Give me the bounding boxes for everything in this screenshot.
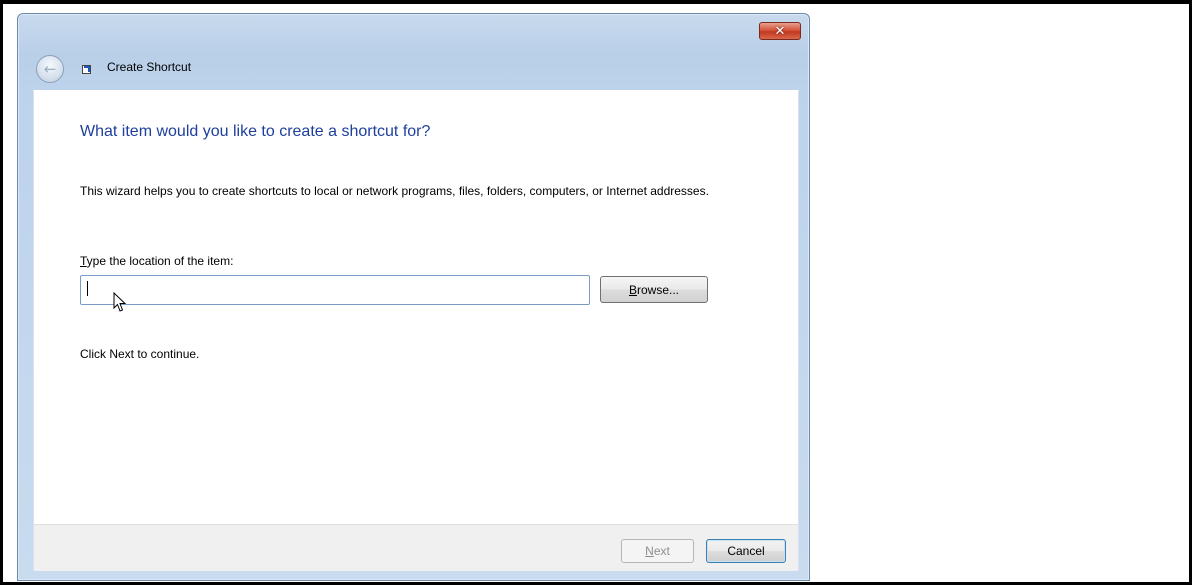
wizard-description: This wizard helps you to create shortcut… [80,184,709,198]
wizard-content: What item would you like to create a sho… [33,90,799,524]
continue-hint: Click Next to continue. [80,347,200,361]
page-heading: What item would you like to create a sho… [80,123,431,140]
mouse-pointer-icon [113,292,127,312]
close-button[interactable]: ✕ [759,22,801,40]
text-caret [87,281,88,296]
back-arrow-icon: ← [43,59,57,78]
back-button[interactable]: ← [36,55,64,83]
location-input[interactable] [80,275,590,305]
next-button[interactable]: Next [621,539,694,563]
location-label: Type the location of the item: [80,254,233,268]
window-title: Create Shortcut [107,60,192,74]
location-label-access-key: T [80,254,87,268]
browse-label: rowse... [637,282,680,297]
next-access-key: N [645,544,654,558]
shortcut-icon [82,65,91,74]
browse-access-key: B [628,282,637,297]
cancel-button[interactable]: Cancel [706,539,786,563]
location-label-text: ype the location of the item: [86,254,234,268]
close-icon: ✕ [774,23,786,39]
wizard-footer: Next Cancel [33,524,799,571]
next-label: ext [653,544,670,558]
browse-button[interactable]: Browse... [600,276,708,303]
create-shortcut-window: ✕ ← Create Shortcut What item would you … [17,13,810,581]
